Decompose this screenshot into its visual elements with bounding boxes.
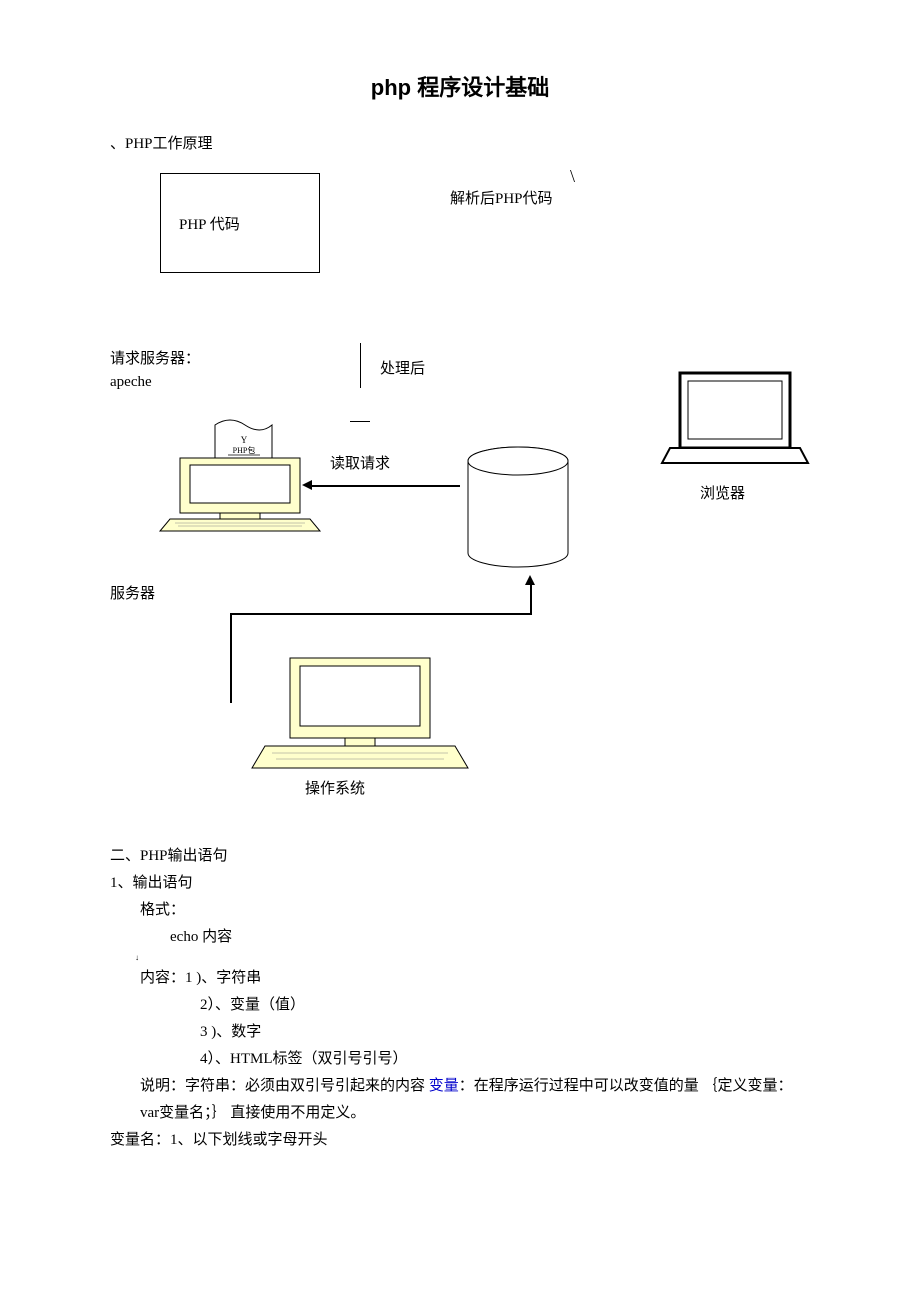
varname-rule: 变量名：1、以下划线或字母开头 xyxy=(110,1127,810,1154)
note-line: 说明：字符串：必须由双引号引起来的内容 变量：在程序运行过程中可以改变值的量 ｛… xyxy=(110,1073,810,1127)
workflow-diagram: \ PHP 代码 解析后PHP代码 请求服务器：apeche 处理后 读取请求 … xyxy=(110,163,810,823)
os-computer-icon xyxy=(250,653,470,783)
content-1: 内容：1 )、字符串 xyxy=(110,965,810,992)
php-code-box: PHP 代码 xyxy=(160,173,320,273)
format-label: 格式： xyxy=(110,897,810,924)
content-4: 4）、HTML标签（双引号引号） xyxy=(110,1046,810,1073)
server-computer-icon xyxy=(150,393,330,533)
backslash-char: \ xyxy=(570,163,575,190)
php-code-label: PHP 代码 xyxy=(179,213,240,234)
variable-term: 变量 xyxy=(429,1078,459,1094)
server-label: 服务器 xyxy=(110,583,155,606)
parsed-php-label: 解析后PHP代码 xyxy=(450,188,553,211)
echo-syntax: echo 内容 xyxy=(110,924,810,951)
section-1-heading: 、PHP工作原理 xyxy=(110,132,810,153)
browser-label: 浏览器 xyxy=(700,483,745,506)
item-1: 1、输出语句 xyxy=(110,870,810,897)
down-arrow: ↓ xyxy=(110,951,810,965)
section-2-heading: 二、PHP输出语句 xyxy=(110,843,810,870)
read-request-label: 读取请求 xyxy=(330,453,390,476)
section-2: 二、PHP输出语句 1、输出语句 格式： echo 内容 ↓ 内容：1 )、字符… xyxy=(110,843,810,1154)
database-icon xyxy=(460,443,580,583)
laptop-icon xyxy=(660,363,810,483)
page-title: php 程序设计基础 xyxy=(110,70,810,102)
note-prefix: 说明：字符串：必须由双引号引起来的内容 xyxy=(140,1078,429,1094)
processed-label: 处理后 xyxy=(380,358,425,381)
request-server-label: 请求服务器：apeche xyxy=(110,348,230,393)
content-2: 2）、变量（值） xyxy=(110,992,810,1019)
content-3: 3 )、数字 xyxy=(110,1019,810,1046)
